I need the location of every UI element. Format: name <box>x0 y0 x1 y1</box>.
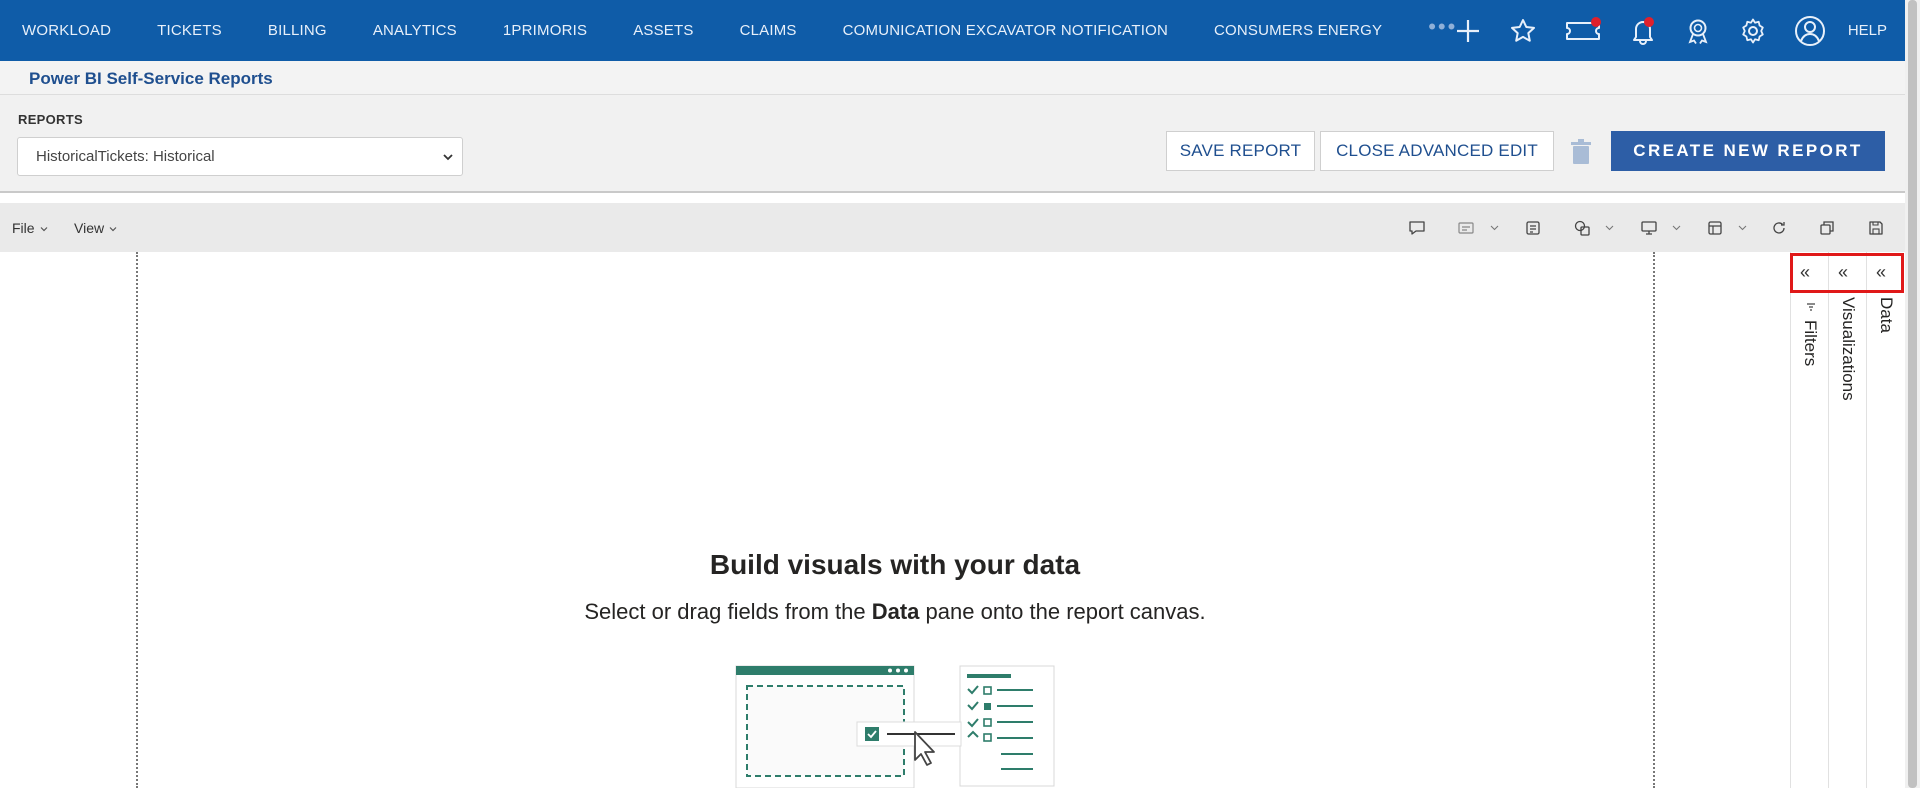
view-menu-label: View <box>74 220 105 236</box>
shapes-icon[interactable] <box>1573 219 1591 237</box>
nav-item-assets[interactable]: ASSETS <box>633 22 693 39</box>
visualizations-pane[interactable]: « Visualizations <box>1828 252 1866 788</box>
pbi-toolbar: File View <box>0 203 1905 252</box>
visual-layout-icon[interactable] <box>1706 219 1724 237</box>
smart-narrative-icon[interactable] <box>1457 219 1475 237</box>
ticket-icon[interactable] <box>1564 16 1602 45</box>
chevron-down-icon[interactable] <box>1605 223 1614 232</box>
nav-item-consumers-energy[interactable]: CONSUMERS ENERGY <box>1214 22 1382 39</box>
file-menu[interactable]: File <box>12 220 48 236</box>
star-icon[interactable] <box>1509 17 1537 45</box>
help-link[interactable]: HELP <box>1848 22 1887 39</box>
file-menu-label: File <box>12 220 35 236</box>
chevron-down-icon <box>109 227 117 232</box>
filter-icon <box>1807 303 1815 311</box>
nav-item-workload[interactable]: WORKLOAD <box>22 22 111 39</box>
chevron-down-icon[interactable] <box>1738 223 1747 232</box>
filters-pane-label[interactable]: Filters <box>1800 320 1820 366</box>
empty-state-subtitle-post: pane onto the report canvas. <box>919 599 1206 624</box>
top-navigation-bar: WORKLOAD TICKETS BILLING ANALYTICS 1PRIM… <box>0 0 1920 61</box>
present-icon[interactable] <box>1640 219 1658 237</box>
report-canvas[interactable]: Build visuals with your data Select or d… <box>0 252 1790 788</box>
chevron-down-icon[interactable] <box>1672 223 1681 232</box>
plus-icon[interactable] <box>1454 17 1482 45</box>
reports-bar: REPORTS HistoricalTickets: Historical SA… <box>0 95 1905 193</box>
page-header: Power BI Self-Service Reports <box>0 61 1905 95</box>
data-pane[interactable]: « Data <box>1866 252 1904 788</box>
gear-icon[interactable] <box>1739 17 1767 45</box>
chevron-down-icon <box>40 227 47 232</box>
side-panes: « Filters « Visualizations « Data <box>1790 252 1905 788</box>
page-title: Power BI Self-Service Reports <box>29 69 273 88</box>
nav-item-billing[interactable]: BILLING <box>268 22 327 39</box>
nav-item-tickets[interactable]: TICKETS <box>157 22 222 39</box>
report-select-value: HistoricalTickets: Historical <box>36 148 215 165</box>
empty-state-title: Build visuals with your data <box>709 549 1081 580</box>
scrollbar-thumb[interactable] <box>1908 0 1917 788</box>
comment-icon[interactable] <box>1408 219 1426 237</box>
text-box-icon[interactable] <box>1524 219 1542 237</box>
chevron-down-icon <box>443 154 453 161</box>
chevron-down-icon[interactable] <box>1490 223 1499 232</box>
close-advanced-edit-button[interactable]: CLOSE ADVANCED EDIT <box>1320 131 1554 171</box>
empty-state-subtitle-bold: Data <box>871 599 920 624</box>
nav-item-claims[interactable]: CLAIMS <box>740 22 797 39</box>
notification-dot <box>1643 16 1654 27</box>
save-report-button[interactable]: SAVE REPORT <box>1166 131 1315 171</box>
data-pane-label[interactable]: Data <box>1876 297 1896 333</box>
highlight-box <box>1790 253 1904 293</box>
nav-item-1primoris[interactable]: 1PRIMORIS <box>503 22 587 39</box>
notification-dot <box>1590 16 1601 27</box>
main-menu: WORKLOAD TICKETS BILLING ANALYTICS 1PRIM… <box>0 0 1457 61</box>
trash-icon[interactable] <box>1570 139 1592 165</box>
refresh-icon[interactable] <box>1770 219 1788 237</box>
reports-label: REPORTS <box>18 112 83 127</box>
bell-icon[interactable] <box>1629 16 1657 45</box>
empty-state-illustration <box>735 665 1055 788</box>
user-icon[interactable] <box>1794 15 1826 47</box>
empty-state-subtitle-pre: Select or drag fields from the <box>584 599 872 624</box>
nav-item-analytics[interactable]: ANALYTICS <box>373 22 457 39</box>
empty-state-subtitle: Select or drag fields from the Data pane… <box>0 599 1790 625</box>
award-icon[interactable] <box>1684 17 1712 45</box>
filters-pane[interactable]: « Filters <box>1790 252 1828 788</box>
create-new-report-button[interactable]: CREATE NEW REPORT <box>1611 131 1885 171</box>
visualizations-pane-label[interactable]: Visualizations <box>1838 297 1858 401</box>
nav-icons: HELP <box>1427 0 1920 61</box>
report-select[interactable]: HistoricalTickets: Historical <box>17 137 463 176</box>
save-icon[interactable] <box>1867 219 1885 237</box>
page-scrollbar[interactable] <box>1905 0 1920 788</box>
view-menu[interactable]: View <box>74 220 117 236</box>
nav-item-comunication-excavator-notification[interactable]: COMUNICATION EXCAVATOR NOTIFICATION <box>843 22 1168 39</box>
duplicate-icon[interactable] <box>1818 219 1836 237</box>
